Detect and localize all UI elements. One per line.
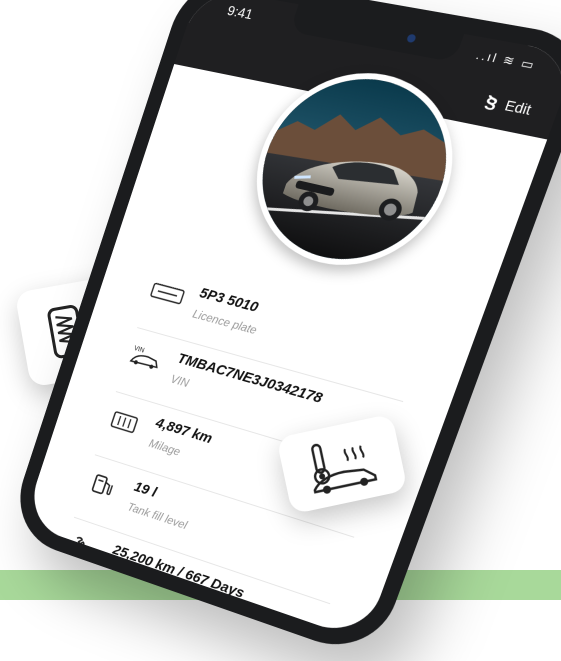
car-temperature-icon	[295, 428, 389, 500]
svg-text:VIN: VIN	[133, 345, 145, 355]
fuel-value: 19 l	[132, 479, 159, 501]
status-time: 9:41	[225, 2, 255, 22]
vin-car-icon: VIN	[124, 341, 167, 376]
odometer-icon	[103, 404, 145, 439]
fuel-pump-icon	[82, 468, 124, 504]
licence-plate-icon	[146, 276, 189, 311]
phone-mockup: 9:41 ..ıl ≋ ▭ § Edit 5P3 5010 Licence pl…	[6, 0, 561, 661]
fuel-label: Tank fill level	[126, 500, 189, 532]
vin-label: VIN	[169, 372, 191, 390]
status-icons: ..ıl ≋ ▭	[474, 48, 538, 73]
mileage-label: Milage	[147, 436, 182, 458]
